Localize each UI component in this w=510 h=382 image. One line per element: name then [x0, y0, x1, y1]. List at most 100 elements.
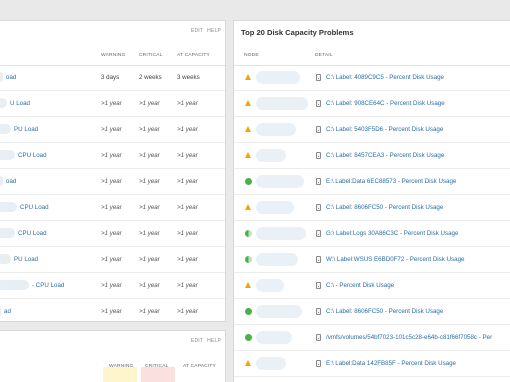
critical-forecast: >1 year: [139, 282, 160, 289]
volume-detail-link[interactable]: G:\ Label:Logs 30A86C3C - Percent Disk U…: [326, 230, 458, 237]
redacted-node-name[interactable]: [256, 201, 294, 214]
table-row[interactable]: oad 3 days 2 weeks 3 weeks: [0, 65, 225, 91]
table-row[interactable]: U Load >1 year >1 year >1 year: [0, 91, 225, 117]
redacted-node-name[interactable]: [256, 227, 306, 240]
redacted-node-name[interactable]: [256, 71, 300, 84]
table-row[interactable]: G:\ Label:Logs 30A86C3C - Percent Disk U…: [234, 221, 510, 247]
critical-column-highlight: [141, 367, 175, 382]
at-capacity-forecast: >1 year: [177, 126, 198, 133]
table-row[interactable]: CPU Load >1 year >1 year >1 year: [0, 195, 225, 221]
column-header-detail[interactable]: DETAIL: [315, 53, 333, 58]
column-header-critical[interactable]: CRITICAL: [145, 364, 168, 369]
volume-detail-link[interactable]: W:\ Label:WSUS E6BD0F72 - Percent Disk U…: [326, 256, 464, 263]
warning-forecast: >1 year: [101, 308, 122, 315]
redacted-node-name[interactable]: [256, 279, 284, 292]
partial-status-icon: [245, 256, 252, 263]
warning-forecast: >1 year: [101, 256, 122, 263]
volume-detail-link[interactable]: C:\ Label: 5403F5D6 - Percent Disk Usage: [326, 126, 443, 133]
table-row[interactable]: PU Load >1 year >1 year >1 year: [0, 247, 225, 273]
volume-detail-link[interactable]: C:\ Label: 8606FC50 - Percent Disk Usage: [326, 308, 443, 315]
column-header-critical[interactable]: CRITICAL: [139, 53, 162, 58]
critical-forecast: >1 year: [139, 152, 160, 159]
table-row[interactable]: CPU Load >1 year >1 year >1 year: [0, 143, 225, 169]
node-name-link[interactable]: oad: [6, 74, 16, 81]
warning-forecast: >1 year: [101, 178, 122, 185]
table-row[interactable]: ad >1 year >1 year >1 year: [0, 299, 225, 321]
capacity-forecast-panel: EDIT HELP WARNING CRITICAL AT CAPACITY oa…: [0, 20, 226, 322]
column-header-node[interactable]: NODE: [244, 53, 259, 58]
edit-link[interactable]: EDIT: [191, 338, 203, 344]
volume-icon: [316, 126, 321, 133]
redacted-node-name[interactable]: [256, 175, 304, 188]
help-link[interactable]: HELP: [207, 338, 221, 344]
warning-forecast: >1 year: [101, 126, 122, 133]
volume-detail-link[interactable]: C:\ Label: 8457CEA3 - Percent Disk Usage: [326, 152, 444, 159]
warning-status-icon: [245, 126, 251, 132]
table-row[interactable]: W:\ Label:WSUS E6BD0F72 - Percent Disk U…: [234, 247, 510, 273]
node-name-link[interactable]: - CPU Load: [32, 282, 64, 289]
redacted-node-name: [0, 150, 15, 160]
column-header-warning[interactable]: WARNING: [101, 53, 126, 58]
redacted-node-name[interactable]: [256, 253, 298, 266]
table-row[interactable]: E:\ Label:Data 142FB85F - Percent Disk U…: [234, 351, 510, 377]
redacted-node-name: [0, 280, 29, 290]
redacted-node-name: [0, 72, 3, 82]
volume-detail-link[interactable]: C:\ Label: 8606FC50 - Percent Disk Usage: [326, 204, 443, 211]
at-capacity-forecast: 3 weeks: [177, 74, 200, 81]
up-status-icon: [245, 308, 252, 315]
up-status-icon: [245, 178, 252, 185]
warning-forecast: >1 year: [101, 100, 122, 107]
node-name-link[interactable]: ad: [4, 308, 11, 315]
column-header-at-capacity[interactable]: AT CAPACITY: [177, 53, 210, 58]
edit-link[interactable]: EDIT: [191, 28, 203, 34]
table-row[interactable]: C:\ Label: 5403F5D6 - Percent Disk Usage: [234, 117, 510, 143]
warning-forecast: >1 year: [101, 282, 122, 289]
table-row[interactable]: C:\ Label: 8606FC50 - Percent Disk Usage: [234, 299, 510, 325]
volume-detail-link[interactable]: C:\ Label: 908CE64C - Percent Disk Usage: [326, 100, 445, 107]
table-row[interactable]: C:\ Label: 908CE64C - Percent Disk Usage: [234, 91, 510, 117]
volume-detail-link[interactable]: E:\ Label:Data 6EC88573 - Percent Disk U…: [326, 178, 456, 185]
redacted-node-name[interactable]: [256, 331, 292, 344]
table-row[interactable]: E:\ Label:Data 6EC88573 - Percent Disk U…: [234, 169, 510, 195]
node-name-link[interactable]: oad: [6, 178, 16, 185]
disk-capacity-problems-panel: Top 20 Disk Capacity Problems NODE DETAI…: [233, 20, 510, 382]
table-row[interactable]: C:\ Label: 8606FC50 - Percent Disk Usage: [234, 195, 510, 221]
column-header-at-capacity[interactable]: AT CAPACITY: [183, 364, 216, 369]
critical-forecast: >1 year: [139, 100, 160, 107]
volume-icon: [316, 230, 321, 237]
help-link[interactable]: HELP: [207, 28, 221, 34]
redacted-node-name[interactable]: [256, 305, 302, 318]
table-row[interactable]: PU Load >1 year >1 year >1 year: [0, 117, 225, 143]
table-row[interactable]: - CPU Load >1 year >1 year >1 year: [0, 273, 225, 299]
node-name-link[interactable]: CPU Load: [18, 152, 47, 159]
volume-detail-link[interactable]: C:\ Label: 4089C9C5 - Percent Disk Usage: [326, 74, 444, 81]
volume-icon: [316, 100, 321, 107]
redacted-node-name[interactable]: [256, 149, 286, 162]
volume-detail-link[interactable]: E:\ Label:Data 142FB85F - Percent Disk U…: [326, 360, 456, 367]
column-header-warning[interactable]: WARNING: [109, 364, 134, 369]
volume-icon: [316, 204, 321, 211]
warning-forecast: 3 days: [101, 74, 120, 81]
capacity-forecast-panel-2: EDIT HELP WARNING CRITICAL AT CAPACITY: [0, 330, 226, 382]
volume-detail-link[interactable]: /vmfs/volumes/54bf7023-101c5c28-e64b-c81…: [326, 334, 492, 341]
redacted-node-name: [0, 254, 11, 264]
table-row[interactable]: /vmfs/volumes/54bf7023-101c5c28-e64b-c81…: [234, 325, 510, 351]
table-row[interactable]: C:\ Label: 4089C9C5 - Percent Disk Usage: [234, 65, 510, 91]
at-capacity-forecast: >1 year: [177, 152, 198, 159]
node-name-link[interactable]: CPU Load: [18, 230, 47, 237]
node-name-link[interactable]: PU Load: [14, 126, 38, 133]
node-name-link[interactable]: U Load: [10, 100, 30, 107]
redacted-node-name[interactable]: [256, 123, 296, 136]
volume-icon: [316, 256, 321, 263]
table-row[interactable]: C:\ - Percent Disk Usage: [234, 273, 510, 299]
node-name-link[interactable]: PU Load: [14, 256, 38, 263]
at-capacity-forecast: >1 year: [177, 256, 198, 263]
redacted-node-name[interactable]: [256, 357, 286, 370]
redacted-node-name[interactable]: [256, 97, 308, 110]
table-row[interactable]: CPU Load >1 year >1 year >1 year: [0, 221, 225, 247]
volume-detail-link[interactable]: C:\ - Percent Disk Usage: [326, 282, 394, 289]
panel-title: Top 20 Disk Capacity Problems: [241, 28, 354, 37]
table-row[interactable]: oad >1 year >1 year >1 year: [0, 169, 225, 195]
node-name-link[interactable]: CPU Load: [20, 204, 49, 211]
table-row[interactable]: C:\ Label: 8457CEA3 - Percent Disk Usage: [234, 143, 510, 169]
